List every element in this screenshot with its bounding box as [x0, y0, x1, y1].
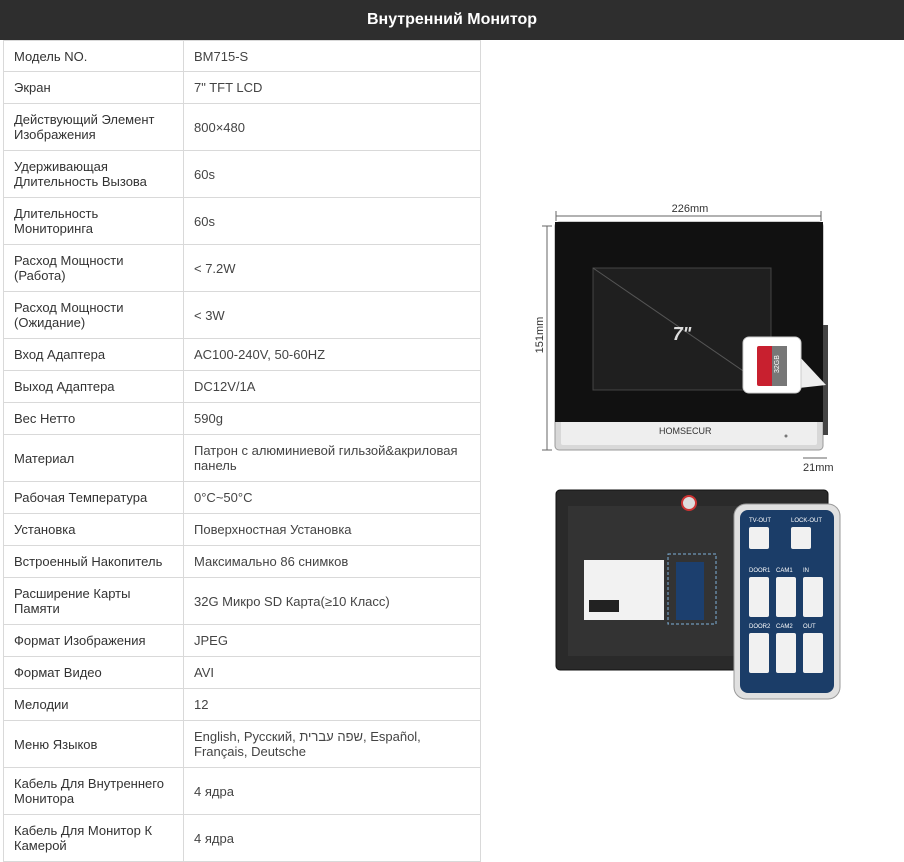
- spec-value: 0°C~50°C: [183, 481, 481, 514]
- spec-label: Модель NO.: [3, 40, 184, 72]
- connector-block: [776, 633, 796, 673]
- spec-value: 7" TFT LCD: [183, 71, 481, 104]
- spec-label: Кабель Для Монитор К Камерой: [3, 814, 184, 862]
- connector-block: [803, 577, 823, 617]
- product-images: 226mm 151mm 21mm 7" HOMSECUR 32GB TV-OUT…: [481, 40, 904, 853]
- spec-value: DC12V/1A: [183, 370, 481, 403]
- spec-row: Расход Мощности (Ожидание) < 3W: [3, 291, 481, 339]
- connector-block: [749, 633, 769, 673]
- spec-label: Формат Изображения: [3, 624, 184, 657]
- spec-label: Меню Языков: [3, 720, 184, 768]
- spec-value: JPEG: [183, 624, 481, 657]
- sd-card-label: 32GB: [774, 355, 781, 373]
- spec-label: Рабочая Температура: [3, 481, 184, 514]
- spec-row: Действующий Элемент Изображения 800×480: [3, 103, 481, 151]
- spec-row: Формат Изображения JPEG: [3, 624, 481, 657]
- spec-row: Расширение Карты Памяти 32G Микро SD Карт…: [3, 577, 481, 625]
- port-label: LOCK-OUT: [791, 518, 822, 524]
- port-label: CAM2: [776, 624, 793, 630]
- spec-label: Вес Нетто: [3, 402, 184, 435]
- spec-label: Действующий Элемент Изображения: [3, 103, 184, 151]
- spec-row: Экран 7" TFT LCD: [3, 71, 481, 104]
- connector-block: [749, 577, 769, 617]
- depth-dimension-label: 21mm: [803, 462, 834, 474]
- port-label: DOOR1: [749, 568, 771, 574]
- page-header: Внутренний Монитор: [0, 0, 904, 40]
- spec-row: Кабель Для Монитор К Камерой 4 ядра: [3, 814, 481, 862]
- spec-label: Материал: [3, 434, 184, 482]
- connector-block: [776, 577, 796, 617]
- port-label: DOOR2: [749, 624, 771, 630]
- spec-value: AC100-240V, 50-60HZ: [183, 338, 481, 371]
- spec-value: 4 ядра: [183, 814, 481, 862]
- spec-label: Экран: [3, 71, 184, 104]
- port-label: CAM1: [776, 568, 793, 574]
- connector-block: [749, 527, 769, 549]
- spec-value: < 3W: [183, 291, 481, 339]
- spec-row: Удерживающая Длительность Вызова 60s: [3, 150, 481, 198]
- spec-row: Расход Мощности (Работа) < 7.2W: [3, 244, 481, 292]
- spec-label: Расход Мощности (Ожидание): [3, 291, 184, 339]
- spec-value: Патрон с алюминиевой гильзой&акриловая п…: [183, 434, 481, 482]
- spec-row: Вход Адаптера AC100-240V, 50-60HZ: [3, 338, 481, 371]
- spec-value: AVI: [183, 656, 481, 689]
- spec-label: Установка: [3, 513, 184, 546]
- height-dimension-label: 151mm: [534, 317, 546, 354]
- spec-row: Мелодии 12: [3, 688, 481, 721]
- spec-row: Установка Поверхностная Установка: [3, 513, 481, 546]
- spec-value: BM715-S: [183, 40, 481, 72]
- spec-value: < 7.2W: [183, 244, 481, 292]
- spec-label: Расширение Карты Памяти: [3, 577, 184, 625]
- spec-value: Поверхностная Установка: [183, 513, 481, 546]
- spec-label: Выход Адаптера: [3, 370, 184, 403]
- spec-label: Расход Мощности (Работа): [3, 244, 184, 292]
- monitor-front: 226mm 151mm 21mm 7" HOMSECUR 32GB: [534, 203, 834, 474]
- spec-value: 60s: [183, 150, 481, 198]
- spec-label: Мелодии: [3, 688, 184, 721]
- spec-row: Материал Патрон с алюминиевой гильзой&акр…: [3, 434, 481, 482]
- spec-row: Меню Языков English, Русский, שפה עברית, …: [3, 720, 481, 768]
- monitor-back: TV-OUT LOCK-OUT DOOR1 CAM1 IN DOOR2 CAM2 OUT: [555, 489, 841, 700]
- spec-label: Удерживающая Длительность Вызова: [3, 150, 184, 198]
- spec-label: Вход Адаптера: [3, 338, 184, 371]
- spec-row: Встроенный Накопитель Максимально 86 сним…: [3, 545, 481, 578]
- spec-value: 590g: [183, 402, 481, 435]
- spec-row: Длительность Мониторинга 60s: [3, 197, 481, 245]
- width-dimension-label: 226mm: [672, 203, 709, 215]
- spec-label: Встроенный Накопитель: [3, 545, 184, 578]
- spec-row: Формат Видео AVI: [3, 656, 481, 689]
- spec-row: Кабель Для Внутреннего Монитора 4 ядра: [3, 767, 481, 815]
- spec-value: Максимально 86 снимков: [183, 545, 481, 578]
- port-label: IN: [803, 568, 809, 574]
- spec-value: 60s: [183, 197, 481, 245]
- spec-value: 32G Микро SD Карта(≥10 Класс): [183, 577, 481, 625]
- screen-size-label: 7": [673, 324, 692, 344]
- brand-logo-label: HOMSECUR: [659, 426, 712, 436]
- spec-table: Модель NO. BM715-S Экран 7" TFT LCD Действую…: [3, 40, 481, 862]
- spec-label: Формат Видео: [3, 656, 184, 689]
- port-label: TV-OUT: [749, 518, 771, 524]
- header-title: Внутренний Монитор: [366, 11, 538, 28]
- spec-value: English, Русский, שפה עברית, Español, Fr…: [183, 720, 481, 768]
- connector-block: [803, 633, 823, 673]
- product-illustration: 226mm 151mm 21mm 7" HOMSECUR 32GB TV-OUT…: [534, 203, 841, 700]
- spec-value: 800×480: [183, 103, 481, 151]
- spec-label: Длительность Мониторинга: [3, 197, 184, 245]
- spec-label: Кабель Для Внутреннего Монитора: [3, 767, 184, 815]
- spec-row: Рабочая Температура 0°C~50°C: [3, 481, 481, 514]
- spec-value: 4 ядра: [183, 767, 481, 815]
- spec-row: Модель NO. BM715-S: [3, 40, 481, 72]
- spec-row: Выход Адаптера DC12V/1A: [3, 370, 481, 403]
- spec-row: Вес Нетто 590g: [3, 402, 481, 435]
- connector-block: [791, 527, 811, 549]
- port-label: OUT: [803, 624, 816, 630]
- spec-value: 12: [183, 688, 481, 721]
